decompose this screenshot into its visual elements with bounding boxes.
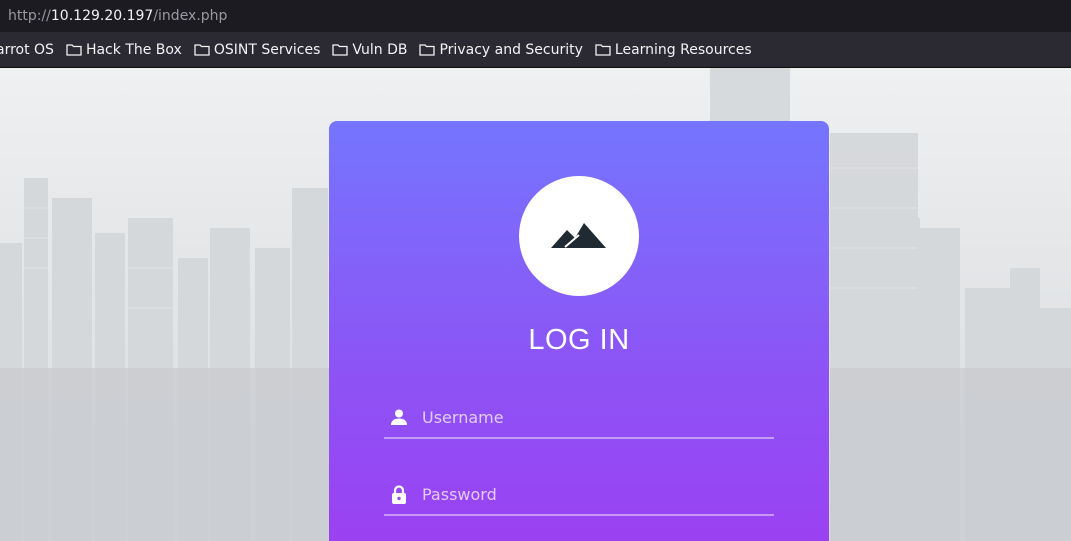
lock-icon <box>387 484 411 504</box>
bookmark-folder-vuln-db[interactable]: Vuln DB <box>332 42 407 58</box>
password-field[interactable] <box>384 474 774 516</box>
url-host: 10.129.20.197 <box>50 8 154 24</box>
username-input[interactable] <box>422 407 762 427</box>
username-field[interactable] <box>384 397 774 439</box>
bookmark-label: OSINT Services <box>213 41 321 58</box>
folder-icon <box>194 44 210 56</box>
folder-icon <box>66 44 82 56</box>
bookmark-label: Learning Resources <box>614 41 752 58</box>
folder-icon <box>595 44 611 56</box>
mountain-icon <box>551 223 606 248</box>
login-card: LOG IN <box>329 121 829 541</box>
bookmark-label: Privacy and Security <box>439 41 583 58</box>
bookmark-folder-osint-services[interactable]: OSINT Services <box>194 41 321 58</box>
bookmark-label: Hack The Box <box>85 41 182 58</box>
login-title: LOG IN <box>528 324 630 356</box>
page-viewport: LOG IN <box>0 68 1071 541</box>
folder-icon <box>419 44 436 56</box>
bookmark-parrot-os[interactable]: arrot OS <box>0 42 54 58</box>
bookmark-label: Vuln DB <box>352 41 408 58</box>
folder-icon <box>332 44 349 56</box>
bookmark-folder-learning-resources[interactable]: Learning Resources <box>595 42 752 58</box>
logo <box>519 176 639 296</box>
bookmark-label: arrot OS <box>0 41 54 58</box>
password-input[interactable] <box>422 484 762 504</box>
bookmarks-toolbar: arrot OS Hack The Box OSINT Services Vul… <box>0 32 1071 68</box>
user-icon <box>387 407 411 427</box>
url-path: /index.php <box>153 8 228 24</box>
url-scheme: http:// <box>8 8 51 24</box>
address-bar[interactable]: http://10.129.20.197/index.php <box>0 0 1071 32</box>
bookmark-folder-privacy-and-security[interactable]: Privacy and Security <box>419 41 583 58</box>
bookmark-folder-hack-the-box[interactable]: Hack The Box <box>66 42 182 58</box>
